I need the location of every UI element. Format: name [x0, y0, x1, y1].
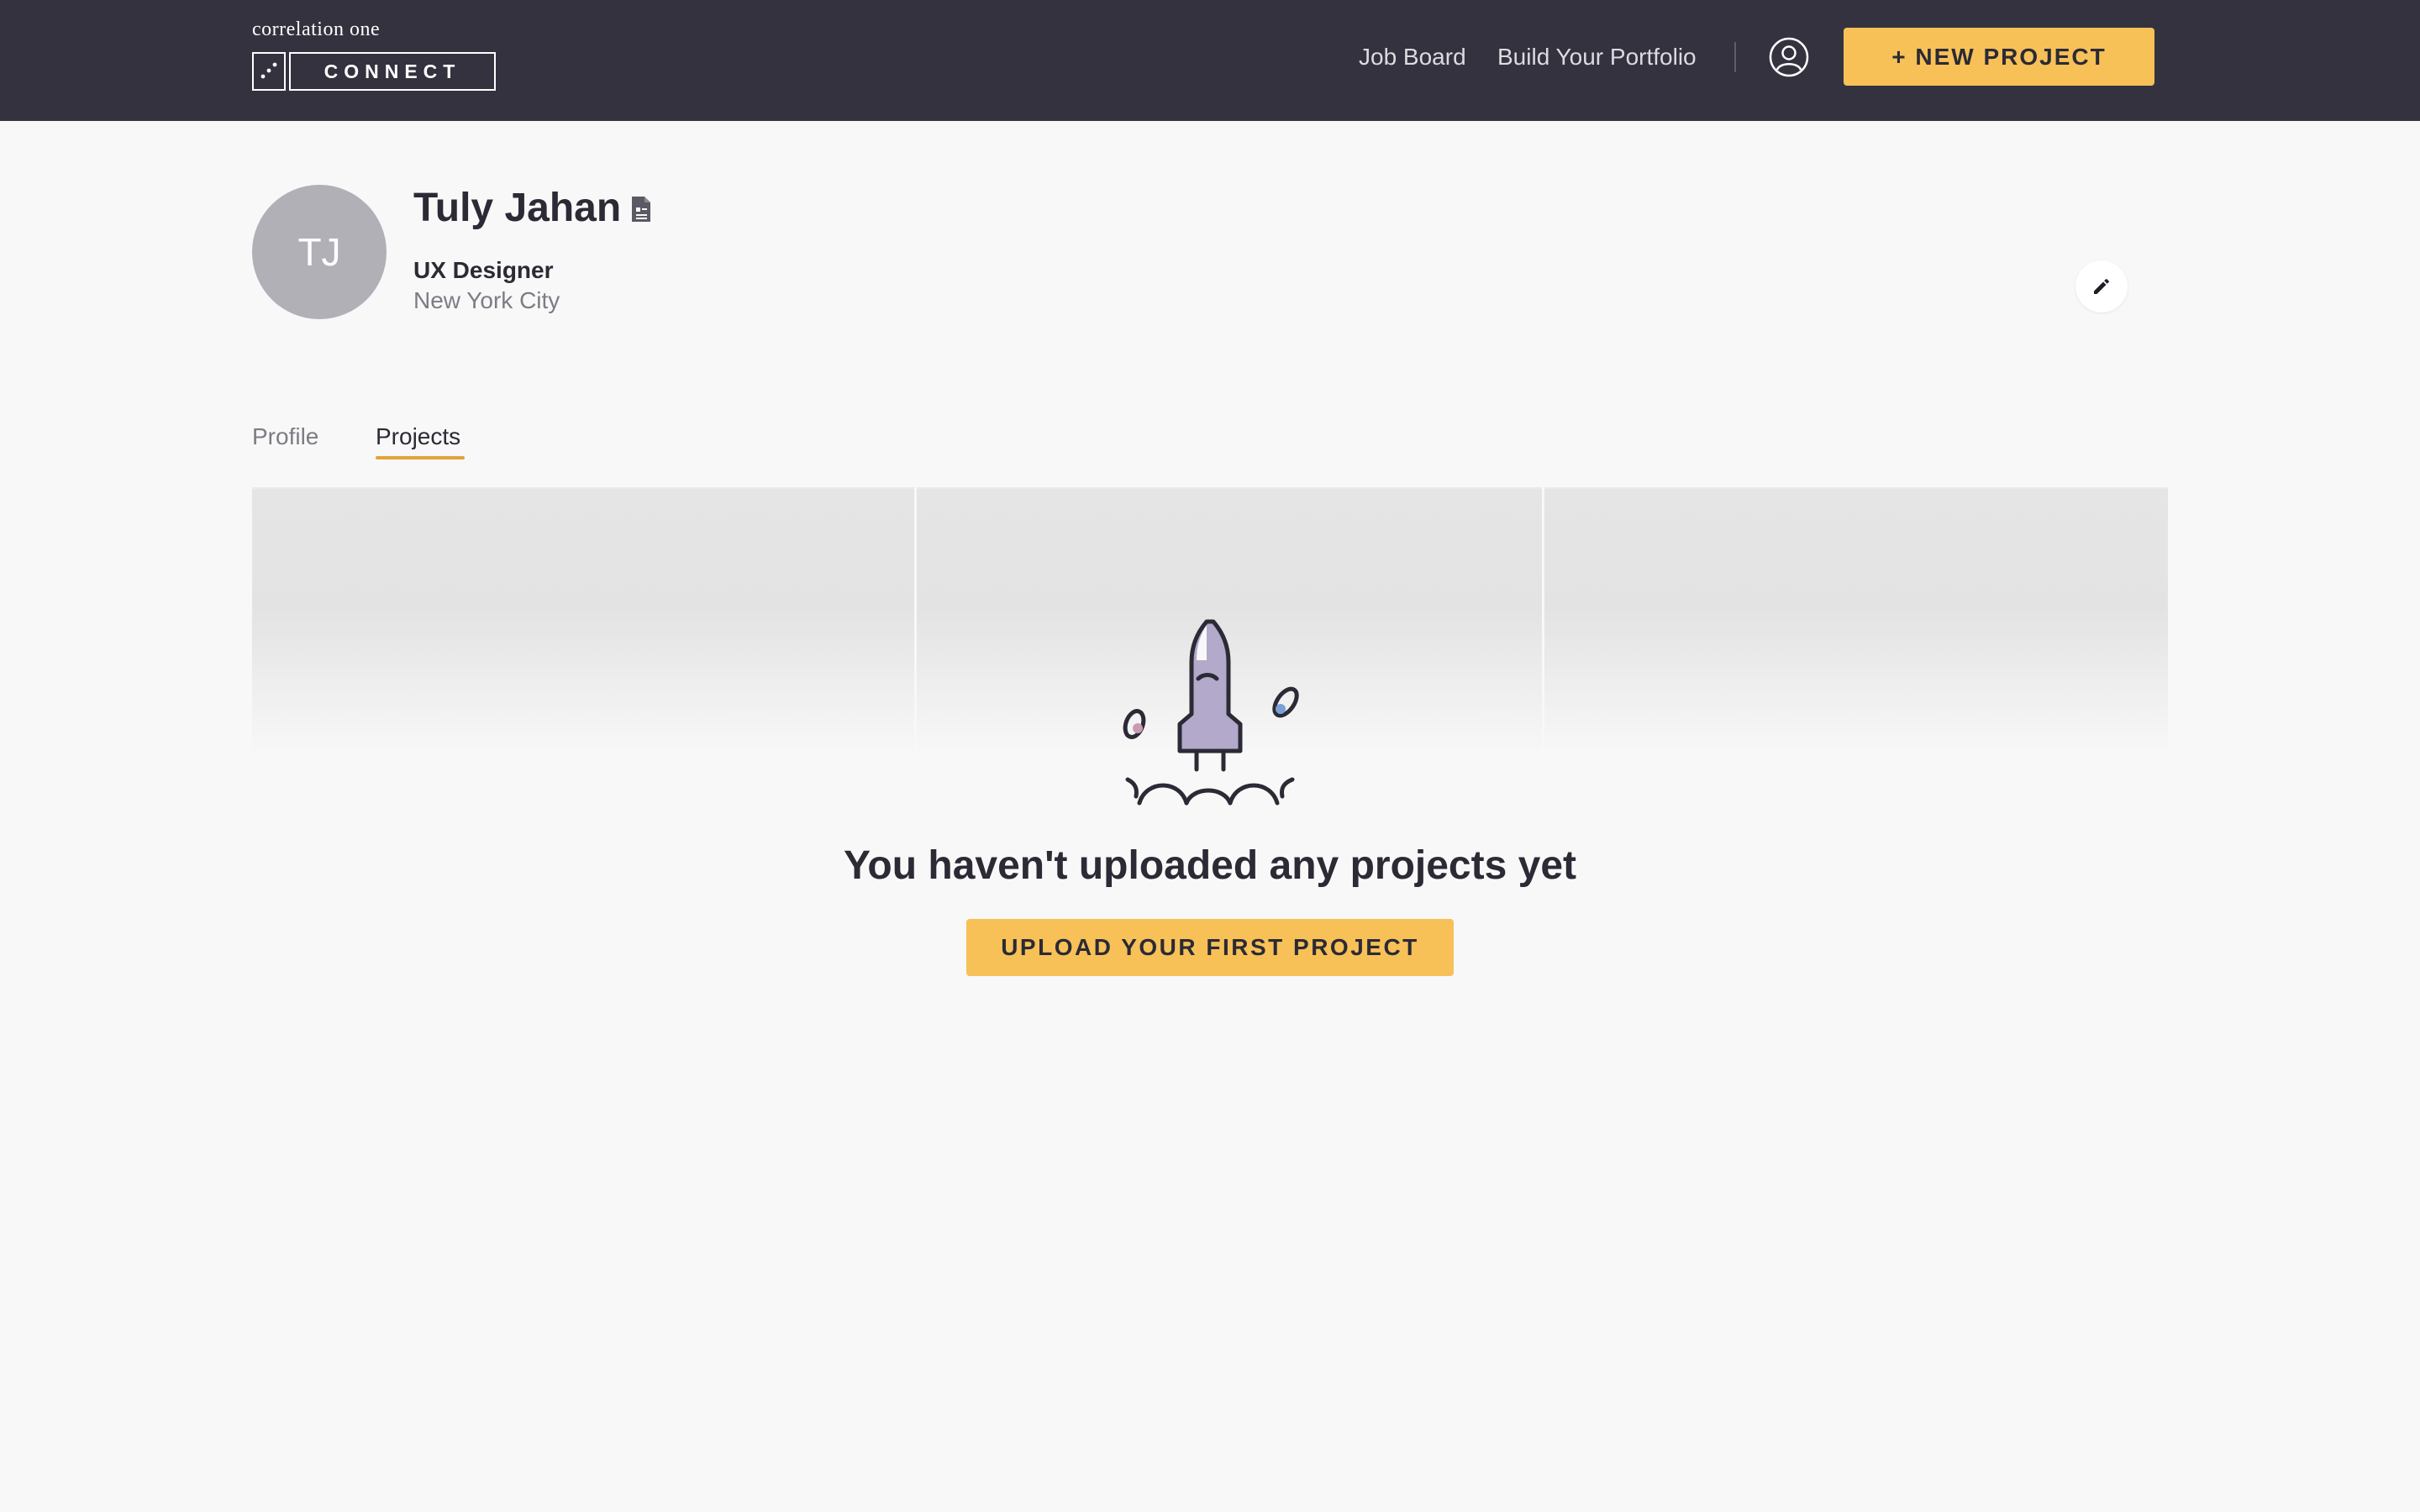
edit-profile-button[interactable]	[2075, 260, 2128, 312]
brand-wordmark: correlation one	[252, 18, 381, 40]
avatar: TJ	[252, 185, 387, 319]
active-tab-indicator	[376, 456, 465, 459]
new-project-button[interactable]: + NEW PROJECT	[1844, 28, 2154, 86]
nav-link-build-portfolio[interactable]: Build Your Portfolio	[1497, 40, 1697, 74]
nav-link-job-board[interactable]: Job Board	[1359, 40, 1466, 74]
project-placeholder-card	[252, 487, 914, 756]
brand-logo[interactable]: correlation one CONNECT	[252, 18, 504, 94]
tab-projects[interactable]: Projects	[376, 422, 460, 452]
user-circle-icon[interactable]	[1768, 36, 1810, 78]
brand-product-name: CONNECT	[289, 52, 496, 91]
profile-job-title: UX Designer	[413, 257, 554, 283]
project-placeholder-card	[1544, 487, 2168, 756]
profile-name: Tuly Jahan	[413, 186, 622, 230]
nav-divider	[1734, 42, 1736, 72]
brand-mark-icon	[252, 52, 286, 91]
tab-profile[interactable]: Profile	[252, 422, 318, 452]
top-navigation-bar: correlation one CONNECT Job Board Build …	[0, 0, 2420, 121]
document-icon[interactable]	[629, 195, 654, 223]
empty-state-message: You haven't uploaded any projects yet	[843, 843, 1577, 888]
upload-first-project-button[interactable]: UPLOAD YOUR FIRST PROJECT	[966, 919, 1454, 976]
profile-location: New York City	[413, 287, 560, 313]
rocket-illustration	[1116, 613, 1304, 811]
pencil-icon	[2094, 279, 2109, 294]
